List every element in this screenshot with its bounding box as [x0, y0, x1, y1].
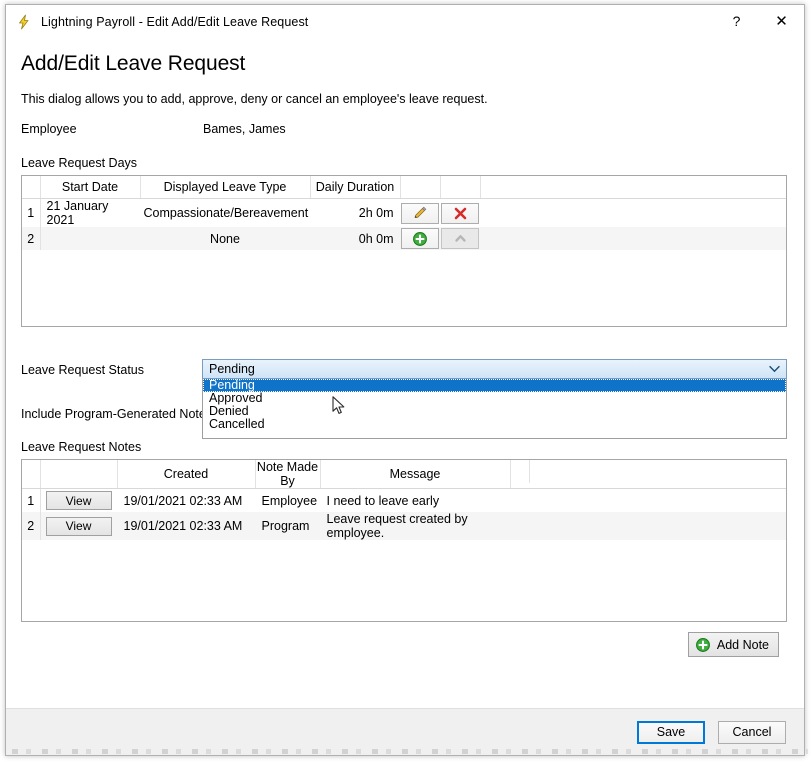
- employee-label: Employee: [21, 122, 77, 136]
- edit-pencil-button[interactable]: [401, 202, 439, 224]
- table-row[interactable]: 1 View 19/01/2021 02:33 AM Employee I ne…: [22, 488, 786, 513]
- delete-cross-button[interactable]: [441, 202, 479, 224]
- days-col-action1: [400, 176, 441, 199]
- lightning-bolt-icon: [16, 14, 32, 30]
- days-col-daily-duration[interactable]: Daily Duration: [310, 176, 401, 199]
- cancel-button[interactable]: Cancel: [718, 720, 786, 744]
- leave-request-status-select[interactable]: Pending: [202, 359, 787, 379]
- employee-field: Employee Bames, James: [21, 122, 789, 137]
- leave-request-status-label: Leave Request Status: [21, 363, 144, 377]
- cell-filler: [480, 227, 786, 250]
- status-option-pending[interactable]: Pending: [203, 379, 786, 392]
- row-number: 1: [22, 488, 41, 512]
- cell-start-date: 21 January 2021: [46, 199, 109, 227]
- cell-start-date: [40, 227, 140, 250]
- include-program-notes-label: Include Program-Generated Notes?: [21, 407, 220, 421]
- cell-edit-action[interactable]: [400, 199, 440, 228]
- leave-request-notes-table: Created Note Made By Message 1 View 19/0…: [21, 459, 787, 622]
- leave-request-notes-label: Leave Request Notes: [21, 440, 142, 454]
- leave-request-days-table: Start Date Displayed Leave Type Daily Du…: [21, 175, 787, 327]
- help-button[interactable]: ?: [714, 5, 759, 37]
- caption-buttons: ? ✕: [714, 5, 804, 37]
- notes-grid: Created Note Made By Message 1 View 19/0…: [22, 460, 786, 540]
- cell-created: 19/01/2021 02:33 AM: [117, 512, 255, 540]
- notes-col-created[interactable]: Created: [117, 460, 256, 489]
- notes-col-made-by[interactable]: Note Made By: [255, 460, 321, 489]
- days-col-rownum: [22, 176, 41, 199]
- leave-request-days-label: Leave Request Days: [21, 156, 138, 170]
- status-option-approved[interactable]: Approved: [203, 392, 786, 405]
- save-button[interactable]: Save: [637, 720, 705, 744]
- status-dropdown-list[interactable]: Pending Approved Denied Cancelled: [202, 379, 787, 439]
- cell-created: 19/01/2021 02:33 AM: [123, 493, 243, 508]
- status-option-cancelled[interactable]: Cancelled: [203, 418, 786, 431]
- cell-message: I need to leave early: [326, 493, 440, 508]
- cell-leave-type: Compassionate/Bereavement: [143, 206, 309, 220]
- view-note-button[interactable]: View: [45, 491, 112, 510]
- days-grid: Start Date Displayed Leave Type Daily Du…: [22, 176, 786, 250]
- days-header-row: Start Date Displayed Leave Type Daily Du…: [22, 176, 786, 199]
- cell-filler: [510, 512, 786, 540]
- dialog-window: Lightning Payroll - Edit Add/Edit Leave …: [5, 4, 808, 756]
- delete-cross-icon: [454, 207, 466, 219]
- cell-filler: [510, 489, 786, 513]
- cell-leave-type: None: [140, 227, 310, 250]
- window-title: Lightning Payroll - Edit Add/Edit Leave …: [41, 14, 309, 29]
- cell-made-by: Program: [255, 512, 320, 540]
- days-col-start-date[interactable]: Start Date: [40, 176, 141, 199]
- add-plus-icon: [695, 637, 711, 653]
- add-note-label: Add Note: [716, 637, 769, 652]
- cell-view-action[interactable]: View: [40, 489, 117, 513]
- notes-column-divider: [529, 460, 530, 483]
- add-row-button[interactable]: [401, 228, 439, 249]
- row-number: 1: [22, 198, 41, 227]
- cell-view-action[interactable]: View: [40, 512, 117, 540]
- chevron-up-icon: [454, 235, 466, 242]
- notes-col-filler: [510, 460, 786, 489]
- close-icon[interactable]: ✕: [759, 5, 804, 37]
- dialog-footer: Save Cancel: [6, 708, 804, 755]
- employee-value: Bames, James: [203, 122, 286, 136]
- days-col-action2: [440, 176, 481, 199]
- title-bar: Lightning Payroll - Edit Add/Edit Leave …: [6, 5, 804, 39]
- cell-collapse-action: [440, 227, 480, 250]
- days-col-leave-type[interactable]: Displayed Leave Type: [140, 176, 311, 199]
- cell-daily-duration: 2h 0m: [358, 206, 394, 220]
- cell-filler: [480, 199, 786, 228]
- table-row[interactable]: 2 View 19/01/2021 02:33 AM Program Leave…: [22, 512, 786, 540]
- view-note-button[interactable]: View: [45, 516, 112, 536]
- status-option-denied[interactable]: Denied: [203, 405, 786, 418]
- table-row[interactable]: 2 None 0h 0m: [22, 227, 786, 250]
- status-selected-value: Pending: [209, 362, 255, 376]
- row-number: 2: [22, 227, 41, 250]
- edit-pencil-icon: [414, 206, 427, 218]
- notes-header-row: Created Note Made By Message: [22, 460, 786, 489]
- collapse-chevron-up-button: [441, 228, 479, 249]
- page-subtitle: This dialog allows you to add, approve, …: [21, 92, 488, 106]
- add-plus-icon: [413, 231, 427, 246]
- cell-delete-action[interactable]: [440, 199, 480, 228]
- add-note-row: Add Note: [21, 632, 789, 657]
- notes-col-message[interactable]: Message: [320, 460, 511, 489]
- page-title: Add/Edit Leave Request: [21, 52, 246, 75]
- cell-add-action[interactable]: [400, 227, 440, 250]
- row-number: 2: [22, 512, 41, 540]
- add-note-button[interactable]: Add Note: [687, 632, 779, 657]
- cell-made-by: Employee: [261, 493, 318, 508]
- cell-daily-duration: 0h 0m: [310, 227, 400, 250]
- notes-col-view: [40, 460, 118, 489]
- table-row[interactable]: 1 21 January 2021 Compassionate/Bereavem…: [22, 198, 786, 228]
- leave-request-status-area: Leave Request Status Include Program-Gen…: [21, 359, 789, 439]
- chevron-down-icon: [769, 365, 780, 373]
- notes-col-rownum: [22, 460, 41, 489]
- dialog-content: Add/Edit Leave Request This dialog allow…: [6, 39, 804, 708]
- days-col-filler: [480, 176, 786, 199]
- render-artifact-strip: [12, 749, 808, 754]
- cell-message: Leave request created by employee.: [320, 512, 510, 540]
